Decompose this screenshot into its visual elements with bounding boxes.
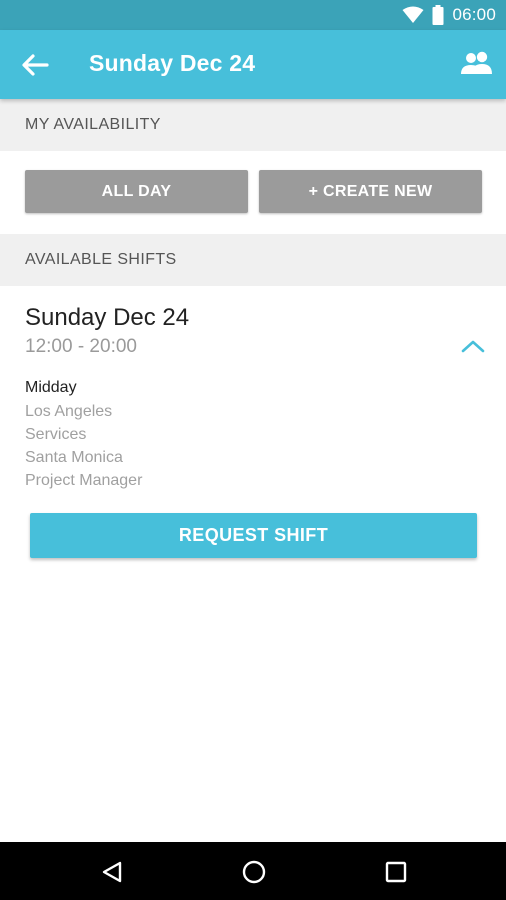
shift-role: Project Manager [25, 472, 143, 489]
create-new-button[interactable]: + CREATE NEW [259, 170, 482, 213]
shift-location: Los Angeles [25, 403, 113, 420]
page-title: Sunday Dec 24 [89, 50, 256, 76]
people-icon[interactable] [460, 50, 494, 78]
nav-bar [0, 842, 506, 900]
arrow-left-icon[interactable] [20, 52, 50, 78]
shift-date: Sunday Dec 24 [25, 304, 190, 331]
all-day-button[interactable]: ALL DAY [25, 170, 248, 213]
wifi-icon [402, 6, 424, 24]
shift-department: Services [25, 426, 87, 443]
shift-site: Santa Monica [25, 449, 123, 466]
availability-header: MY AVAILABILITY [0, 99, 506, 151]
available-shifts-header: AVAILABLE SHIFTS [0, 234, 506, 286]
status-time: 06:00 [452, 5, 496, 24]
shift-time: 12:00 - 20:00 [25, 336, 137, 357]
app-bar: Sunday Dec 24 [0, 30, 506, 99]
status-bar: 06:00 [0, 0, 506, 30]
shift-name: Midday [25, 379, 77, 396]
recents-square-icon[interactable] [383, 859, 409, 885]
home-circle-icon[interactable] [241, 859, 267, 885]
battery-icon [432, 5, 444, 25]
back-triangle-icon[interactable] [99, 859, 125, 885]
chevron-up-icon[interactable] [460, 336, 486, 356]
request-shift-button[interactable]: REQUEST SHIFT [30, 513, 477, 558]
